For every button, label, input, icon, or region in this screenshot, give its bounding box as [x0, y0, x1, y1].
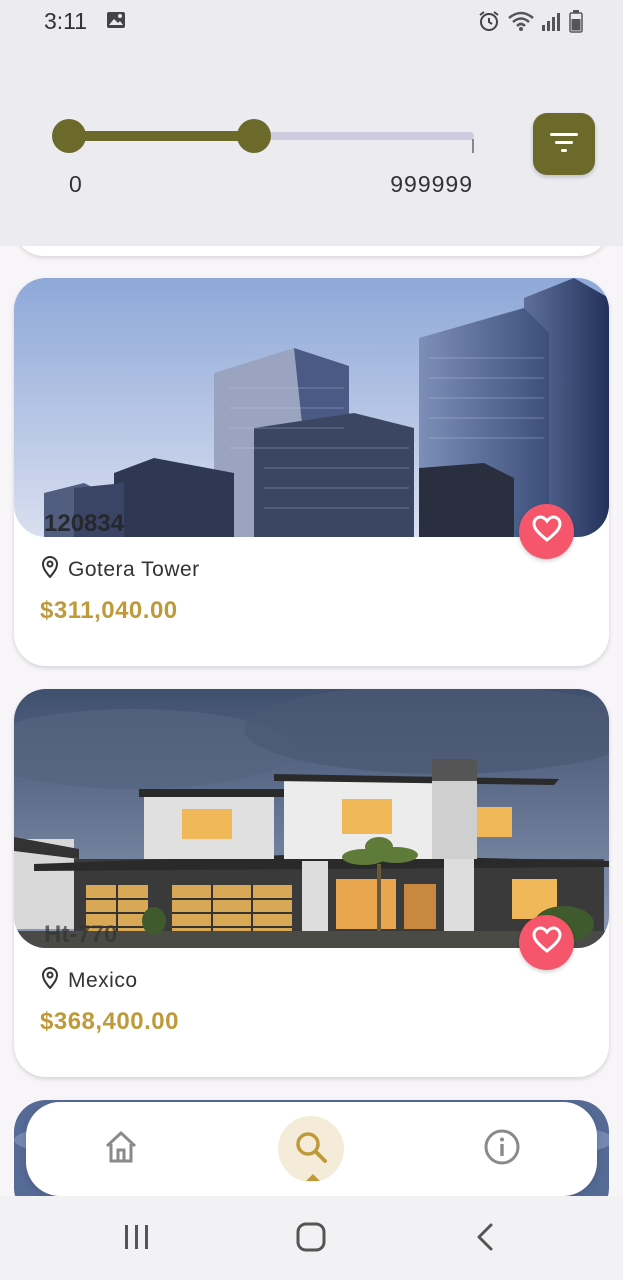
price-range-selected	[68, 131, 254, 141]
property-location: Gotera Tower	[40, 556, 200, 583]
location-text: Mexico	[68, 968, 138, 992]
price-min-label: 0	[69, 171, 82, 197]
property-price: $311,040.00	[40, 597, 178, 624]
property-card[interactable]: 120834 Gotera Tower $311,040.00	[14, 278, 609, 666]
back-icon[interactable]	[472, 1222, 498, 1257]
filter-icon	[549, 131, 579, 158]
location-pin-icon	[40, 967, 60, 994]
filter-button[interactable]	[533, 113, 595, 175]
home-circle-icon[interactable]	[295, 1222, 327, 1257]
nav-search[interactable]	[278, 1116, 344, 1182]
property-code: Ht-770	[44, 921, 118, 948]
recents-icon[interactable]	[122, 1222, 152, 1257]
price-range-end-tick	[472, 139, 474, 153]
wifi-icon	[507, 10, 535, 32]
status-bar: 3:11	[0, 0, 623, 44]
battery-icon	[569, 9, 583, 33]
property-location: Mexico	[40, 967, 138, 994]
system-navigation-bar	[0, 1196, 623, 1280]
active-nav-indicator	[306, 1174, 320, 1181]
search-icon	[294, 1130, 328, 1169]
price-max-thumb[interactable]	[237, 119, 271, 153]
property-code: 120834	[44, 510, 125, 537]
heart-icon	[531, 515, 562, 548]
property-image	[14, 278, 609, 537]
property-list[interactable]: 120834 Gotera Tower $311,040.00 Ht-770 M…	[0, 246, 623, 1196]
nav-info[interactable]	[469, 1116, 535, 1182]
home-icon	[103, 1130, 139, 1169]
heart-icon	[531, 926, 562, 959]
location-pin-icon	[40, 556, 60, 583]
alarm-icon	[477, 9, 501, 33]
price-max-label: 999999	[390, 171, 473, 197]
nav-home[interactable]	[88, 1116, 154, 1182]
previous-card-edge	[14, 246, 609, 256]
location-text: Gotera Tower	[68, 557, 200, 581]
signal-icon	[541, 10, 563, 32]
favorite-button[interactable]	[519, 915, 574, 970]
property-image	[14, 689, 609, 948]
info-icon	[483, 1128, 521, 1171]
price-filter-panel: 0 999999	[0, 44, 623, 246]
status-time: 3:11	[44, 8, 88, 34]
image-icon	[106, 11, 126, 29]
property-price: $368,400.00	[40, 1008, 179, 1035]
price-min-thumb[interactable]	[52, 119, 86, 153]
property-card[interactable]: Ht-770 Mexico $368,400.00	[14, 689, 609, 1077]
bottom-navigation	[26, 1102, 597, 1196]
favorite-button[interactable]	[519, 504, 574, 559]
